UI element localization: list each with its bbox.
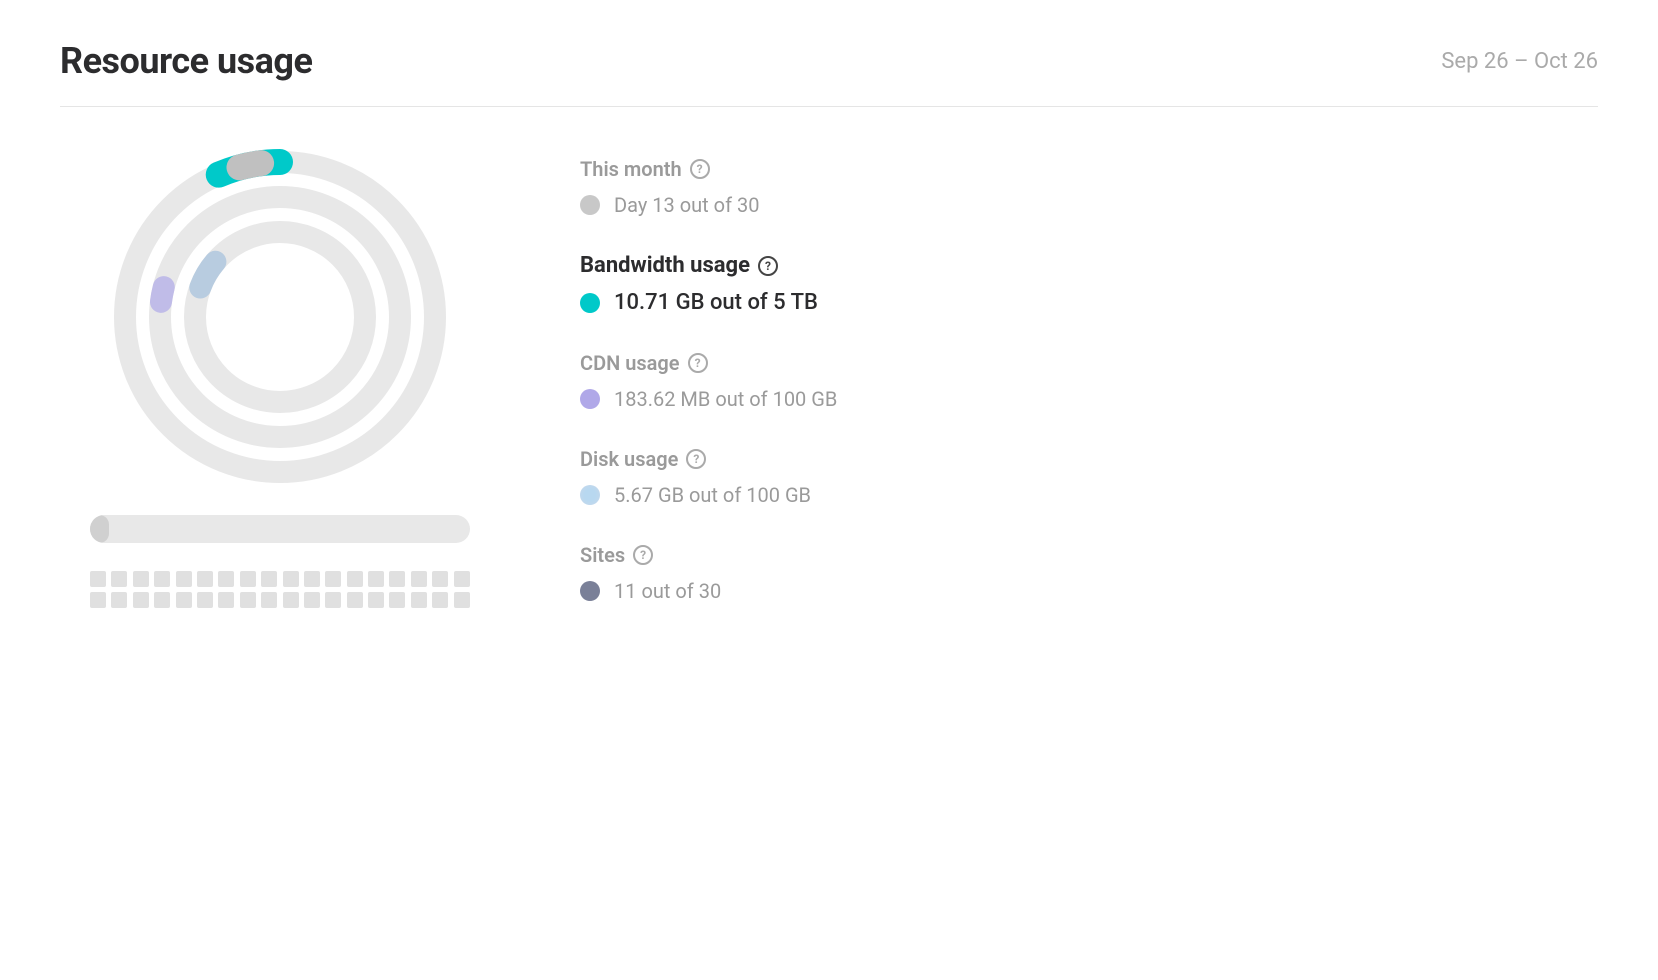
stats-section: This month ? Day 13 out of 30 Bandwidth … xyxy=(580,147,1598,639)
grid-cell xyxy=(432,592,448,608)
disk-dot xyxy=(580,485,600,505)
this-month-group: This month ? Day 13 out of 30 xyxy=(580,157,1598,217)
this-month-value: Day 13 out of 30 xyxy=(614,193,759,217)
grid-placeholder xyxy=(90,571,470,608)
disk-group: Disk usage ? 5.67 GB out of 100 GB xyxy=(580,447,1598,507)
grid-cell xyxy=(454,592,470,608)
page-title: Resource usage xyxy=(60,40,312,82)
this-month-label: This month ? xyxy=(580,157,1598,181)
chart-section xyxy=(60,147,500,608)
this-month-dot xyxy=(580,195,600,215)
bandwidth-progress-fill xyxy=(90,515,109,543)
this-month-help-icon[interactable]: ? xyxy=(690,159,710,179)
sites-value-row: 11 out of 30 xyxy=(580,579,1598,603)
grid-cell xyxy=(197,592,213,608)
grid-cell xyxy=(240,592,256,608)
grid-cell xyxy=(133,571,149,587)
content-area: This month ? Day 13 out of 30 Bandwidth … xyxy=(60,147,1598,639)
bandwidth-label: Bandwidth usage ? xyxy=(580,253,1598,278)
sites-dot xyxy=(580,581,600,601)
grid-cell xyxy=(261,571,277,587)
grid-cell xyxy=(325,592,341,608)
grid-cell xyxy=(389,592,405,608)
donut-chart xyxy=(110,147,450,487)
grid-cell xyxy=(304,571,320,587)
bandwidth-dot xyxy=(580,293,600,313)
cdn-value-row: 183.62 MB out of 100 GB xyxy=(580,387,1598,411)
cdn-help-icon[interactable]: ? xyxy=(688,353,708,373)
grid-cell xyxy=(432,571,448,587)
grid-cell xyxy=(283,571,299,587)
grid-cell xyxy=(304,592,320,608)
this-month-value-row: Day 13 out of 30 xyxy=(580,193,1598,217)
page-container: Resource usage Sep 26 – Oct 26 xyxy=(0,0,1658,679)
grid-cell xyxy=(240,571,256,587)
sites-value: 11 out of 30 xyxy=(614,579,721,603)
grid-cell xyxy=(133,592,149,608)
grid-cell xyxy=(411,592,427,608)
disk-help-icon[interactable]: ? xyxy=(686,449,706,469)
bandwidth-help-icon[interactable]: ? xyxy=(758,256,778,276)
cdn-dot xyxy=(580,389,600,409)
grid-cell xyxy=(411,571,427,587)
donut-svg xyxy=(110,147,450,487)
disk-label: Disk usage ? xyxy=(580,447,1598,471)
cdn-group: CDN usage ? 183.62 MB out of 100 GB xyxy=(580,351,1598,411)
bandwidth-group: Bandwidth usage ? 10.71 GB out of 5 TB xyxy=(580,253,1598,315)
grid-cell xyxy=(111,592,127,608)
grid-cell xyxy=(389,571,405,587)
grid-cell xyxy=(154,571,170,587)
grid-cell xyxy=(261,592,277,608)
bandwidth-value-row: 10.71 GB out of 5 TB xyxy=(580,290,1598,315)
sites-help-icon[interactable]: ? xyxy=(633,545,653,565)
sites-group: Sites ? 11 out of 30 xyxy=(580,543,1598,603)
grid-cell xyxy=(176,592,192,608)
grid-cell xyxy=(90,592,106,608)
grid-cell xyxy=(218,592,234,608)
sites-label: Sites ? xyxy=(580,543,1598,567)
grid-cell xyxy=(197,571,213,587)
cdn-value: 183.62 MB out of 100 GB xyxy=(614,387,837,411)
bandwidth-progress-bar xyxy=(90,515,470,543)
cdn-label: CDN usage ? xyxy=(580,351,1598,375)
grid-cell xyxy=(176,571,192,587)
grid-cell xyxy=(111,571,127,587)
grid-cell xyxy=(454,571,470,587)
grid-cell xyxy=(368,592,384,608)
grid-cell xyxy=(154,592,170,608)
grid-cell xyxy=(325,571,341,587)
grid-cell xyxy=(90,571,106,587)
bandwidth-value: 10.71 GB out of 5 TB xyxy=(614,290,818,315)
disk-value-row: 5.67 GB out of 100 GB xyxy=(580,483,1598,507)
disk-value: 5.67 GB out of 100 GB xyxy=(614,483,811,507)
grid-cell xyxy=(218,571,234,587)
grid-cell xyxy=(347,592,363,608)
grid-cell xyxy=(283,592,299,608)
page-header: Resource usage Sep 26 – Oct 26 xyxy=(60,40,1598,107)
grid-cell xyxy=(347,571,363,587)
date-range: Sep 26 – Oct 26 xyxy=(1441,49,1598,74)
grid-cell xyxy=(368,571,384,587)
